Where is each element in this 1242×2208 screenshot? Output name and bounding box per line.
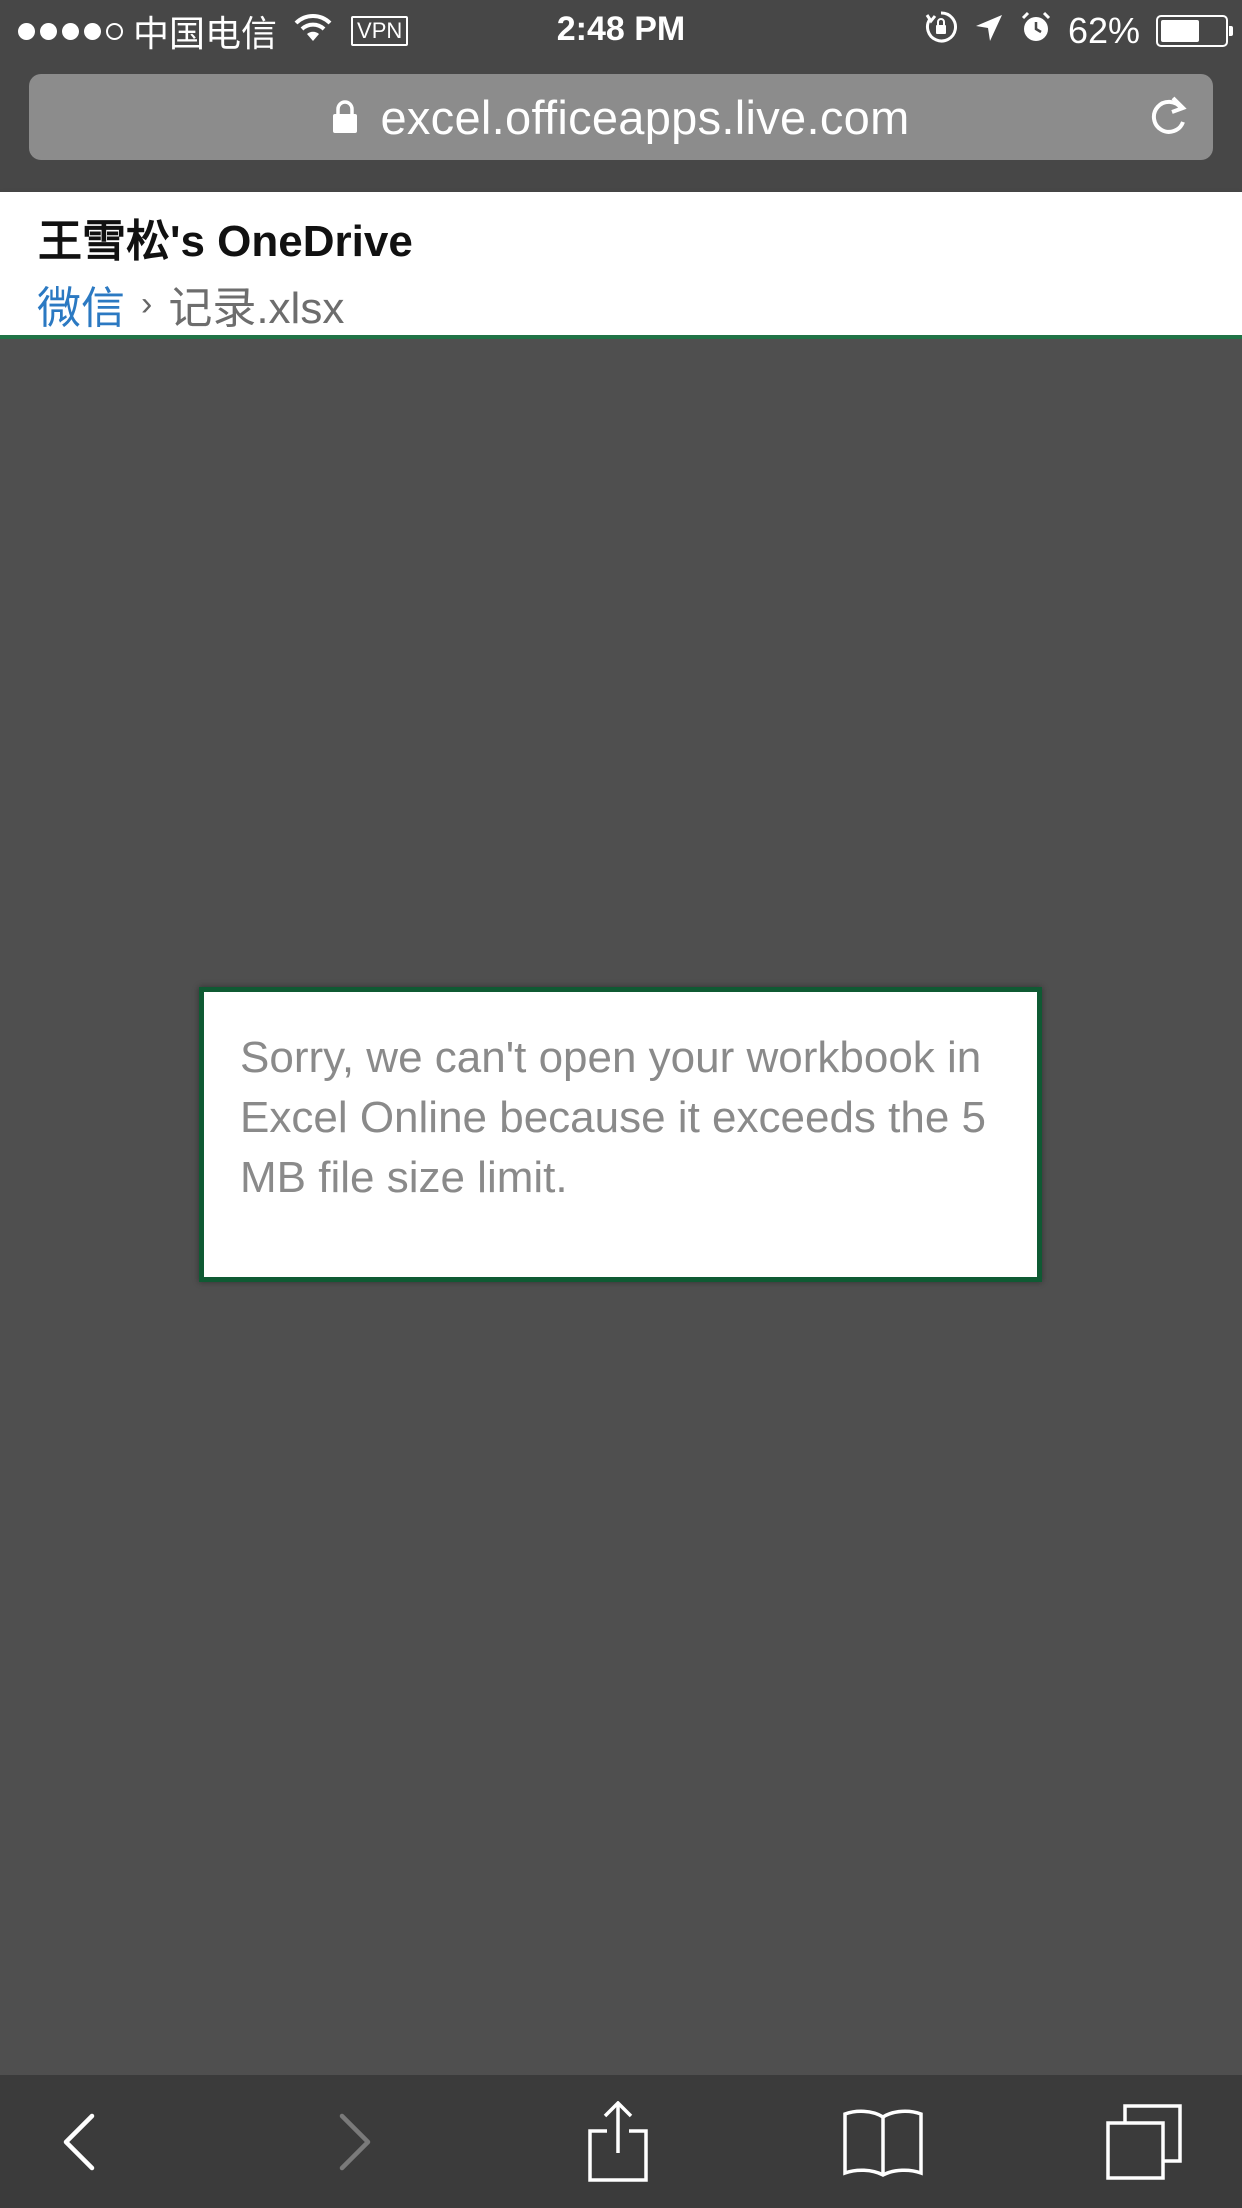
bookmarks-icon[interactable] xyxy=(838,2075,928,2208)
orientation-lock-icon xyxy=(924,10,958,53)
browser-address-area: excel.officeapps.live.com xyxy=(0,62,1242,192)
share-icon[interactable] xyxy=(578,2075,658,2208)
status-right: 62% xyxy=(924,8,1233,54)
lock-icon xyxy=(332,100,358,134)
location-arrow-icon xyxy=(974,10,1004,52)
breadcrumb-folder-link[interactable]: 微信 xyxy=(37,272,125,336)
battery-icon xyxy=(1156,15,1233,47)
content-area: Sorry, we can't open your workbook in Ex… xyxy=(0,339,1242,2075)
breadcrumb-current-file: 记录.xlsx xyxy=(168,284,345,333)
error-message: Sorry, we can't open your workbook in Ex… xyxy=(240,1033,987,1202)
battery-percent: 62% xyxy=(1067,10,1140,51)
reload-icon[interactable] xyxy=(1145,94,1191,145)
error-dialog: Sorry, we can't open your workbook in Ex… xyxy=(199,987,1042,1282)
breadcrumb: 微信 › 记录.xlsx xyxy=(37,272,344,336)
address-bar[interactable]: excel.officeapps.live.com xyxy=(29,74,1213,160)
url-text: excel.officeapps.live.com xyxy=(380,90,910,144)
alarm-icon xyxy=(1020,10,1052,52)
status-bar: 中国电信 VPN 2:48 PM 62% xyxy=(0,0,1242,62)
back-icon[interactable] xyxy=(40,2075,120,2208)
browser-toolbar xyxy=(0,2075,1242,2208)
forward-icon[interactable] xyxy=(314,2075,394,2208)
page-title[interactable]: 王雪松's OneDrive xyxy=(38,205,413,269)
tabs-icon[interactable] xyxy=(1104,2075,1184,2208)
breadcrumb-separator: › xyxy=(141,284,153,323)
onedrive-header: 王雪松's OneDrive 微信 › 记录.xlsx xyxy=(0,192,1242,339)
